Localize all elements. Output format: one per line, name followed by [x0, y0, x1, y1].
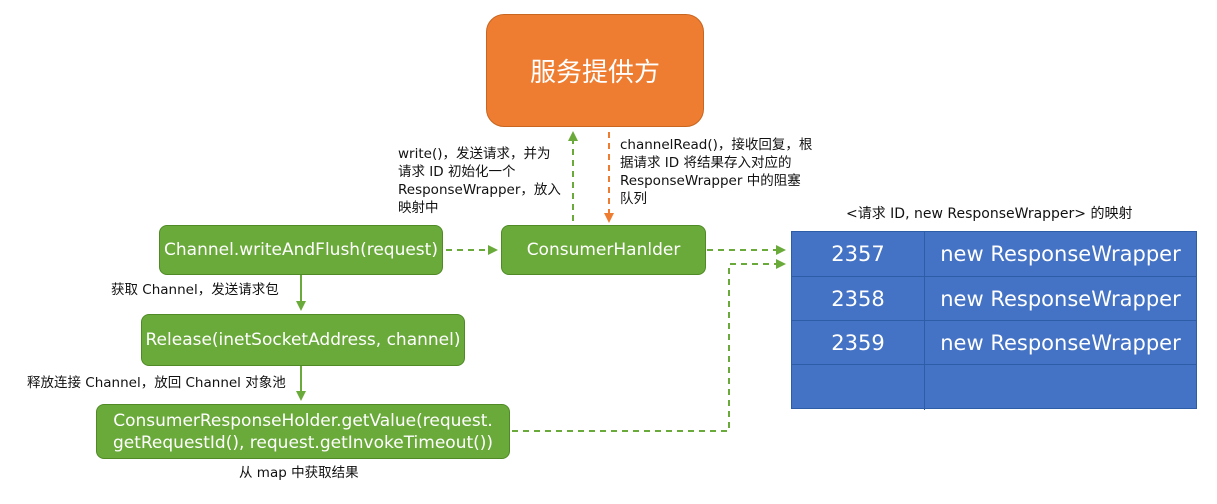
- release-node: Release(inetSocketAddress, channel): [141, 314, 465, 366]
- request-id-cell: 2357: [831, 242, 885, 266]
- table-row: 2358 new ResponseWrapper: [792, 276, 1196, 320]
- request-id-cell: [792, 365, 924, 410]
- write-and-flush-node: Channel.writeAndFlush(request): [159, 225, 443, 275]
- release-annotation: 释放连接 Channel，放回 Channel 对象池: [27, 375, 286, 391]
- get-value-node: ConsumerResponseHolder.getValue(request.…: [96, 404, 510, 459]
- request-id-cell: 2358: [831, 286, 885, 311]
- get-channel-annotation: 获取 Channel，发送请求包: [111, 282, 279, 298]
- release-label: Release(inetSocketAddress, channel): [145, 330, 461, 350]
- request-id-cell: 2359: [831, 330, 885, 355]
- consumer-handler-label: ConsumerHanlder: [526, 240, 681, 260]
- write-annotation: write()，发送请求，并为 请求 ID 初始化一个 ResponseWrap…: [398, 146, 561, 216]
- mapping-title: <请求 ID, new ResponseWrapper> 的映射: [846, 206, 1133, 222]
- table-row: 2359 new ResponseWrapper: [792, 320, 1196, 364]
- get-value-label: ConsumerResponseHolder.getValue(request.…: [112, 410, 494, 453]
- table-row: 2357 new ResponseWrapper: [792, 232, 1196, 276]
- table-row: [792, 364, 1196, 410]
- wrapper-cell: new ResponseWrapper: [924, 277, 1196, 320]
- wrapper-cell: new ResponseWrapper: [924, 321, 1196, 364]
- read-annotation: channelRead()，接收回复，根 据请求 ID 将结果存入对应的 Res…: [620, 137, 813, 207]
- write-and-flush-label: Channel.writeAndFlush(request): [164, 240, 438, 260]
- wrapper-cell: [924, 365, 1196, 410]
- consumer-handler-node: ConsumerHanlder: [501, 225, 706, 275]
- wrapper-cell: new ResponseWrapper: [924, 232, 1196, 276]
- arrow-getvalue-to-map: [512, 259, 786, 432]
- service-provider-label: 服务提供方: [529, 58, 660, 88]
- map-annotation: 从 map 中获取结果: [239, 465, 359, 481]
- mapping-table: 2357 new ResponseWrapper 2358 new Respon…: [791, 231, 1197, 410]
- service-provider-node: 服务提供方: [486, 14, 704, 127]
